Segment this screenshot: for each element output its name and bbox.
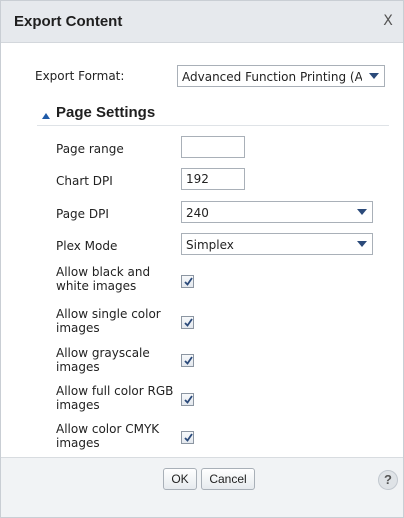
dialog-titlebar: Export Content X bbox=[1, 1, 403, 43]
plex-mode-value: Simplex bbox=[186, 238, 234, 252]
chart-dpi-input[interactable]: 192 bbox=[181, 168, 245, 190]
checkmark-icon bbox=[184, 433, 193, 442]
export-format-select[interactable]: Advanced Function Printing (AFP) bbox=[177, 65, 385, 87]
dialog-title: Export Content bbox=[14, 13, 123, 30]
plex-mode-dropdown-button[interactable] bbox=[352, 234, 372, 254]
checkbox-single-color[interactable] bbox=[181, 316, 194, 329]
plex-mode-label: Plex Mode bbox=[56, 239, 118, 253]
chevron-down-icon bbox=[357, 241, 367, 247]
option-label-grayscale: Allow grayscale images bbox=[56, 346, 150, 374]
checkbox-cmyk[interactable] bbox=[181, 431, 194, 444]
page-range-input[interactable] bbox=[181, 136, 245, 158]
option-label-bw: Allow black and white images bbox=[56, 265, 151, 293]
checkmark-icon bbox=[184, 318, 193, 327]
page-dpi-label: Page DPI bbox=[56, 207, 109, 221]
checkmark-icon bbox=[184, 356, 193, 365]
checkbox-rgb[interactable] bbox=[181, 393, 194, 406]
plex-mode-select[interactable]: Simplex bbox=[181, 233, 373, 255]
page-dpi-select[interactable]: 240 bbox=[181, 201, 373, 223]
export-format-value: Advanced Function Printing (AFP) bbox=[182, 70, 362, 84]
option-label-rgb: Allow full color RGB images bbox=[56, 384, 174, 412]
export-content-dialog: Export Content X Export Format: Advanced… bbox=[0, 0, 404, 518]
close-icon[interactable]: X bbox=[379, 12, 397, 30]
export-format-label: Export Format: bbox=[35, 69, 125, 83]
page-range-label: Page range bbox=[56, 142, 124, 156]
section-title-page-settings[interactable]: Page Settings bbox=[56, 104, 155, 121]
ok-button[interactable]: OK bbox=[163, 468, 197, 490]
export-format-dropdown-button[interactable] bbox=[364, 66, 384, 86]
checkmark-icon bbox=[184, 395, 193, 404]
chevron-down-icon bbox=[369, 73, 379, 79]
checkmark-icon bbox=[184, 277, 193, 286]
checkbox-grayscale[interactable] bbox=[181, 354, 194, 367]
dialog-footer: OK Cancel ? bbox=[1, 457, 403, 517]
option-label-single-color: Allow single color images bbox=[56, 307, 161, 335]
chevron-down-icon bbox=[357, 209, 367, 215]
cancel-button[interactable]: Cancel bbox=[201, 468, 255, 490]
page-dpi-dropdown-button[interactable] bbox=[352, 202, 372, 222]
collapse-caret-icon[interactable] bbox=[42, 113, 50, 119]
option-label-cmyk: Allow color CMYK images bbox=[56, 422, 160, 450]
page-dpi-value: 240 bbox=[186, 206, 209, 220]
section-divider bbox=[37, 125, 389, 126]
chart-dpi-label: Chart DPI bbox=[56, 174, 113, 188]
checkbox-bw[interactable] bbox=[181, 275, 194, 288]
help-icon[interactable]: ? bbox=[378, 470, 398, 490]
